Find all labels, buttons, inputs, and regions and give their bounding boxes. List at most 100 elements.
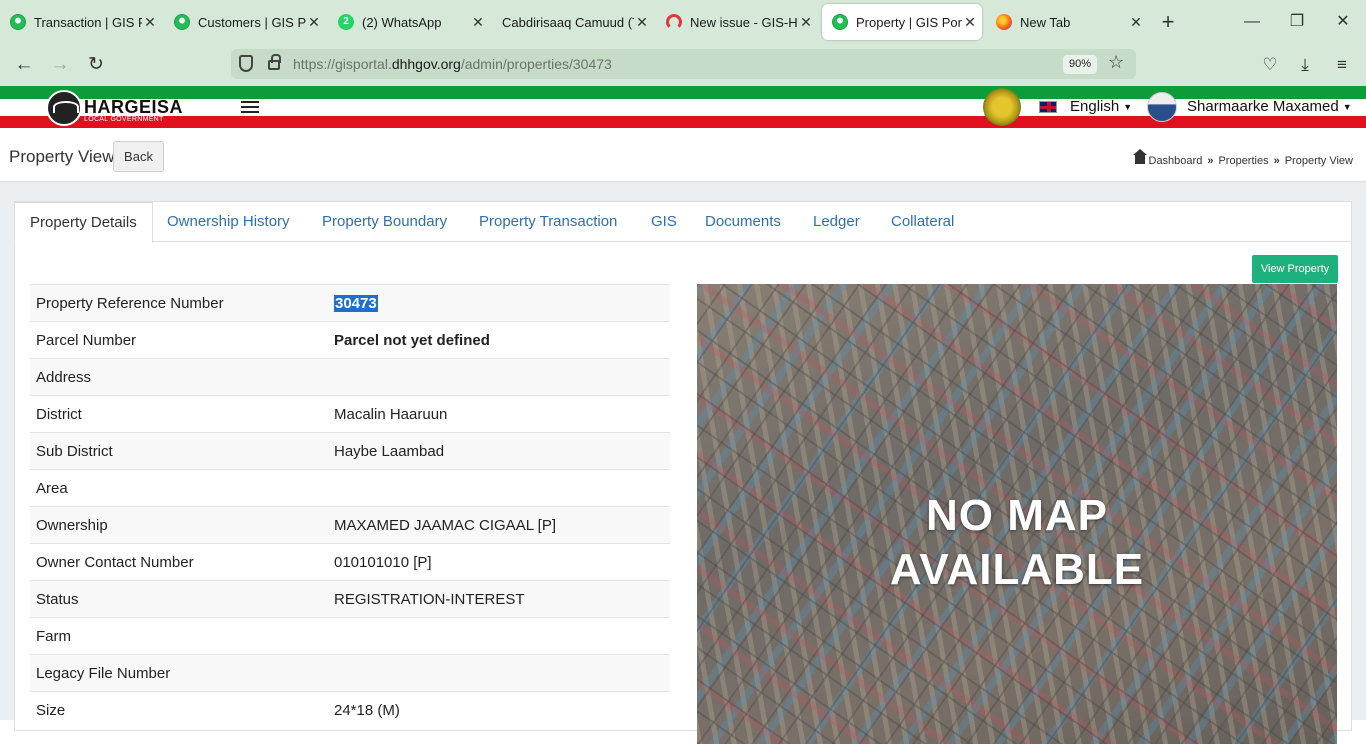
page-title: Property View	[9, 147, 115, 166]
table-row: Parcel Number Parcel not yet defined	[30, 321, 670, 359]
detail-label: Sub District	[30, 432, 328, 470]
hamburger-menu-icon[interactable]	[241, 101, 259, 113]
gis-favicon-icon	[10, 14, 26, 30]
detail-label: Ownership	[30, 506, 328, 544]
property-card: Property Details Ownership History Prope…	[14, 201, 1352, 744]
detail-label: Area	[30, 469, 328, 507]
detail-label: Legacy File Number	[30, 654, 328, 692]
tab-collateral[interactable]: Collateral	[876, 202, 969, 242]
browser-tab-property[interactable]: Property | GIS Portal ✕	[822, 4, 982, 40]
no-map-message: NO MAP AVAILABLE	[889, 491, 1145, 594]
table-row: Farm	[30, 617, 670, 655]
property-tabs: Property Details Ownership History Prope…	[14, 202, 1351, 243]
tab-title: Cabdirisaaq Camuud (Te	[502, 14, 634, 30]
detail-value: Haybe Laambad	[328, 432, 670, 470]
avatar[interactable]	[1147, 92, 1177, 122]
new-tab-plus-icon[interactable]: +	[1157, 10, 1179, 34]
table-row: Legacy File Number	[30, 654, 670, 692]
menu-icon[interactable]: ≡	[1329, 52, 1355, 78]
url-text[interactable]: https://gisportal.dhhgov.org/admin/prope…	[293, 56, 612, 72]
browser-tab-transaction[interactable]: Transaction | GIS Por ✕	[0, 4, 162, 40]
whatsapp-favicon-icon: 2	[338, 14, 354, 30]
caret-down-icon: ▼	[1342, 102, 1352, 113]
table-row: Property Reference Number 30473	[30, 284, 670, 322]
github-favicon-icon	[666, 14, 682, 30]
detail-label: Parcel Number	[30, 321, 328, 359]
map-placeholder-image: NO MAP AVAILABLE	[697, 284, 1337, 744]
tab-property-boundary[interactable]: Property Boundary	[307, 202, 462, 242]
language-selector[interactable]: English ▼	[1070, 98, 1132, 115]
browser-tab-customers[interactable]: Customers | GIS Por ✕	[164, 4, 326, 40]
pocket-icon[interactable]: ♡	[1257, 52, 1283, 78]
forward-arrow-icon[interactable]: →	[47, 52, 73, 78]
logo-name[interactable]: HARGEISA	[84, 97, 183, 118]
breadcrumb-dashboard[interactable]: Dashboard	[1149, 155, 1203, 167]
browser-nav-bar: ← → ↻ https://gisportal.dhhgov.org/admin…	[0, 44, 1366, 86]
shield-icon[interactable]	[239, 55, 253, 72]
table-row: Size 24*18 (M)	[30, 691, 670, 729]
browser-tab-strip: Transaction | GIS Por ✕ Customers | GIS …	[0, 0, 1366, 44]
detail-value	[328, 617, 670, 655]
close-icon[interactable]: ✕	[470, 14, 486, 31]
close-icon[interactable]: ✕	[306, 14, 322, 31]
tab-title: Transaction | GIS Por	[34, 14, 142, 30]
detail-value: 24*18 (M)	[328, 691, 670, 729]
close-icon[interactable]: ✕	[962, 14, 978, 31]
firefox-favicon-icon	[996, 14, 1012, 30]
zoom-level[interactable]: 90%	[1063, 55, 1098, 74]
caret-down-icon: ▼	[1123, 102, 1133, 113]
logo-subtitle: LOCAL GOVERNMENT	[84, 116, 164, 123]
detail-value: Parcel not yet defined	[328, 321, 670, 359]
detail-value: MAXAMED JAAMAC CIGAAL [P]	[328, 506, 670, 544]
browser-tab-cabdirisaaq[interactable]: Cabdirisaaq Camuud (Te ✕	[492, 4, 654, 40]
table-row: Address	[30, 358, 670, 396]
tab-ownership-history[interactable]: Ownership History	[152, 202, 305, 242]
hargeisa-logo-icon[interactable]	[46, 90, 82, 126]
tab-title: Customers | GIS Por	[198, 14, 306, 30]
property-details-table: Property Reference Number 30473 Parcel Nu…	[30, 284, 670, 729]
reload-icon[interactable]: ↻	[83, 52, 109, 78]
browser-tab-whatsapp[interactable]: 2 (2) WhatsApp ✕	[328, 4, 490, 40]
property-reference-value: 30473	[334, 294, 378, 312]
minimize-icon[interactable]: —	[1240, 10, 1264, 34]
detail-value: 010101010 [P]	[328, 543, 670, 581]
close-icon[interactable]: ✕	[798, 14, 814, 31]
tab-gis[interactable]: GIS	[636, 202, 692, 242]
detail-value	[328, 654, 670, 692]
address-bar[interactable]: https://gisportal.dhhgov.org/admin/prope…	[231, 49, 1136, 79]
page-header: Property View Back Dashboard» Properties»…	[0, 130, 1366, 182]
close-icon[interactable]: ✕	[142, 14, 158, 31]
back-button[interactable]: Back	[113, 141, 164, 172]
table-row: District Macalin Haaruun	[30, 395, 670, 433]
table-row: Ownership MAXAMED JAAMAC CIGAAL [P]	[30, 506, 670, 544]
detail-label: Size	[30, 691, 328, 729]
detail-value: Macalin Haaruun	[328, 395, 670, 433]
tab-title: New Tab	[1020, 14, 1071, 30]
lock-icon[interactable]	[268, 54, 281, 70]
browser-tab-new-tab[interactable]: New Tab ✕	[986, 4, 1148, 40]
gis-favicon-icon	[174, 14, 190, 30]
breadcrumb-properties[interactable]: Properties	[1218, 155, 1268, 167]
tab-ledger[interactable]: Ledger	[798, 202, 875, 242]
download-icon[interactable]: ⤓	[1292, 52, 1318, 78]
detail-value: REGISTRATION-INTEREST	[328, 580, 670, 618]
close-icon[interactable]: ✕	[1128, 14, 1144, 31]
bookmark-star-icon[interactable]: ☆	[1108, 52, 1124, 73]
emblem-icon	[983, 88, 1021, 126]
table-row: Sub District Haybe Laambad	[30, 432, 670, 470]
restore-icon[interactable]: ❐	[1285, 10, 1309, 34]
detail-value	[328, 358, 670, 396]
user-menu[interactable]: Sharmaarke Maxamed ▼	[1187, 98, 1352, 115]
table-row: Status REGISTRATION-INTEREST	[30, 580, 670, 618]
uk-flag-icon[interactable]	[1039, 101, 1057, 113]
tab-property-transaction[interactable]: Property Transaction	[464, 202, 632, 242]
tab-documents[interactable]: Documents	[690, 202, 796, 242]
close-icon[interactable]: ✕	[634, 14, 650, 31]
browser-tab-new-issue[interactable]: New issue - GIS-Har ✕	[656, 4, 818, 40]
window-close-icon[interactable]: ✕	[1331, 10, 1355, 34]
gis-favicon-icon	[832, 14, 848, 30]
back-arrow-icon[interactable]: ←	[11, 52, 37, 78]
detail-label: Farm	[30, 617, 328, 655]
view-property-button[interactable]: View Property	[1252, 255, 1338, 283]
tab-property-details[interactable]: Property Details	[14, 202, 153, 243]
